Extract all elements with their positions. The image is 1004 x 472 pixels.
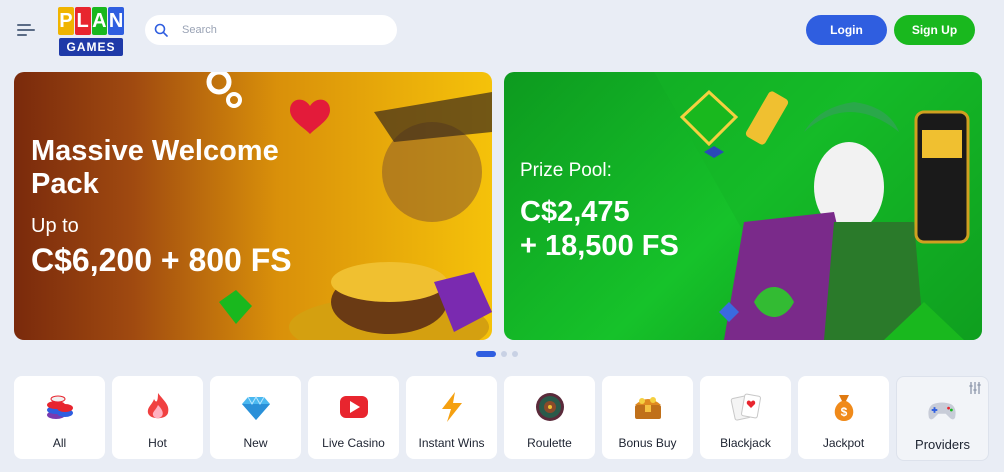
carousel-dot[interactable] <box>512 351 518 357</box>
category-blackjack[interactable]: Blackjack <box>700 376 791 459</box>
banner-art <box>206 72 492 340</box>
category-all[interactable]: All <box>14 376 105 459</box>
prize-pool-label: Prize Pool: <box>520 160 612 181</box>
roulette-icon <box>536 393 564 421</box>
cards-icon <box>730 393 761 421</box>
logo-letter: A <box>91 7 108 35</box>
logo-letter: L <box>74 7 91 35</box>
play-icon <box>340 396 368 418</box>
category-hot[interactable]: Hot <box>112 376 203 459</box>
svg-text:$: $ <box>841 405 848 419</box>
category-jackpot[interactable]: $ Jackpot <box>798 376 889 459</box>
signup-button[interactable]: Sign Up <box>894 15 975 45</box>
flame-icon <box>147 393 169 419</box>
category-instant-wins[interactable]: Instant Wins <box>406 376 497 459</box>
category-label: Blackjack <box>720 436 771 450</box>
category-providers[interactable]: Providers <box>896 376 989 461</box>
logo-letter: N <box>108 7 124 35</box>
banner-prize-pool[interactable]: Prize Pool: C$2,475 + 18,500 FS <box>504 72 982 340</box>
category-label: Hot <box>148 436 167 450</box>
banner-title: Massive Welcome Pack <box>31 135 279 200</box>
logo-letter: P <box>58 7 74 35</box>
search-bar[interactable] <box>145 15 397 45</box>
login-button[interactable]: Login <box>806 15 887 45</box>
category-live-casino[interactable]: Live Casino <box>308 376 399 459</box>
category-label: Instant Wins <box>418 436 485 450</box>
menu-icon[interactable] <box>17 22 35 38</box>
category-label: Live Casino <box>322 436 385 450</box>
prize-pool-amount: C$2,475 + 18,500 FS <box>520 195 679 263</box>
banner-welcome[interactable]: Massive Welcome Pack Up to C$6,200 + 800… <box>14 72 492 340</box>
money-bag-icon: $ <box>834 395 854 421</box>
category-new[interactable]: New <box>210 376 301 459</box>
search-icon <box>154 23 168 37</box>
logo-plan: P L A N <box>58 7 124 37</box>
filter-icon[interactable] <box>968 381 982 395</box>
diamond-icon <box>242 395 270 420</box>
treasure-chest-icon <box>635 397 661 419</box>
category-bar: All Hot New Live Casino Instant Wins Rou… <box>14 376 989 461</box>
gamepad-icon <box>928 402 956 420</box>
carousel-dots <box>476 351 518 357</box>
carousel-dot[interactable] <box>476 351 496 357</box>
category-bonus-buy[interactable]: Bonus Buy <box>602 376 693 459</box>
category-roulette[interactable]: Roulette <box>504 376 595 459</box>
lightning-icon <box>442 392 462 422</box>
chips-icon <box>47 395 73 419</box>
banner-subtitle: Up to <box>31 215 79 237</box>
logo[interactable]: P L A N GAMES <box>58 7 124 57</box>
search-input[interactable] <box>180 23 384 37</box>
category-label: Providers <box>915 437 970 452</box>
category-label: Roulette <box>527 436 572 450</box>
category-label: All <box>52 436 67 450</box>
carousel-dot[interactable] <box>501 351 507 357</box>
logo-games: GAMES <box>59 38 123 56</box>
header: P L A N GAMES Login Sign Up <box>0 0 1004 62</box>
category-label: Bonus Buy <box>618 436 677 450</box>
category-label: Jackpot <box>822 436 865 450</box>
prize-pool-amount-line1: C$2,475 <box>520 196 630 228</box>
banner-amount: C$6,200 + 800 FS <box>31 242 292 278</box>
prize-pool-amount-line2: + 18,500 FS <box>520 230 679 262</box>
category-label: New <box>243 436 268 450</box>
